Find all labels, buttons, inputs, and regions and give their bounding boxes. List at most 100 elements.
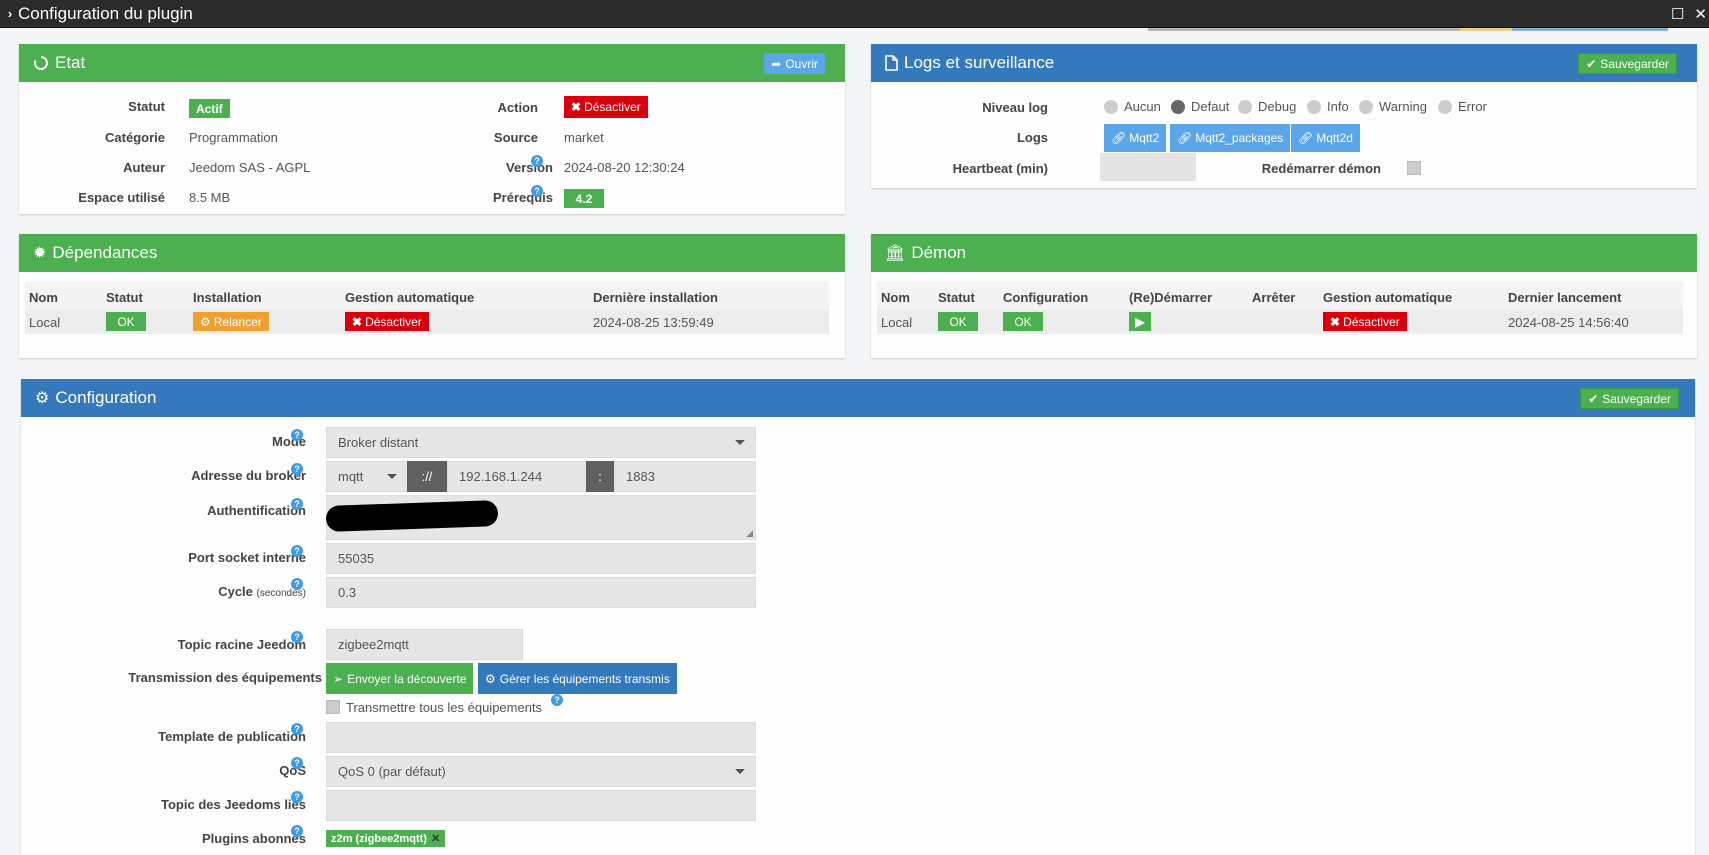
demon-status-badge: OK [938, 312, 978, 331]
dependances-title: Dépendances [52, 243, 158, 262]
help-icon[interactable]: ? [291, 578, 303, 590]
dependances-header: ✹ Dépendances [19, 234, 845, 272]
table-header: Nom Statut Installation Gestion automati… [25, 282, 829, 310]
demon-table: Nom Statut Configuration (Re)Démarrer Ar… [877, 282, 1683, 338]
help-icon[interactable]: ? [291, 429, 303, 441]
plugin-tag: z2m (zigbee2mqtt) ✕ [326, 830, 446, 847]
dependances-table: Nom Statut Installation Gestion automati… [25, 282, 829, 338]
help-icon[interactable]: ? [291, 825, 303, 837]
help-icon[interactable]: ? [291, 545, 303, 557]
template-input[interactable] [326, 722, 756, 753]
check-circle-icon: ✔ [1588, 391, 1599, 406]
deps-deactivate-button[interactable]: ✖ Désactiver [345, 312, 429, 331]
radio-selected-icon [1171, 99, 1185, 114]
send-discovery-button[interactable]: ➢ Envoyer la découverte [326, 663, 474, 694]
broker-protocol-select[interactable]: mqtt [326, 461, 408, 492]
broker-colon: : [586, 461, 614, 492]
log-button-mqtt2-packages[interactable]: 🔗︎ Mqtt2_packages [1170, 124, 1291, 152]
mode-select[interactable]: Broker distant [326, 427, 756, 458]
broker-host-input[interactable]: 192.168.1.244 [447, 461, 589, 492]
paperclip-icon: 🔗︎ [1111, 131, 1127, 145]
help-icon[interactable]: ? [291, 791, 303, 803]
categorie-label: Catégorie [105, 130, 165, 145]
radio-icon [1238, 99, 1252, 114]
logs-label: Logs [1016, 130, 1048, 145]
configuration-title: Configuration [55, 388, 157, 407]
statut-label: Statut [128, 99, 165, 114]
prerequis-label: Prérequis [493, 190, 553, 205]
level-radio-debug[interactable]: Debug [1238, 99, 1296, 114]
radio-icon [1359, 99, 1373, 114]
level-radio-warning[interactable]: Warning [1359, 99, 1427, 114]
paperclip-icon: 🔗︎ [1177, 131, 1193, 145]
level-radio-error[interactable]: Error [1438, 99, 1487, 114]
etat-title: Etat [55, 53, 86, 72]
caret-down-icon [735, 769, 745, 774]
play-icon: ▶ [1135, 314, 1145, 329]
level-radio-defaut[interactable]: Defaut [1171, 99, 1229, 114]
help-icon[interactable]: ? [291, 631, 303, 643]
log-button-mqtt2[interactable]: 🔗︎ Mqtt2 [1104, 124, 1167, 152]
broker-port-input[interactable]: 1883 [614, 461, 756, 492]
espace-value: 8.5 MB [189, 190, 231, 205]
logs-header: Logs et surveillance ✔ Sauvegarder [871, 44, 1697, 82]
logs-title: Logs et surveillance [904, 53, 1055, 72]
qos-select[interactable]: QoS 0 (par défaut) [326, 756, 756, 787]
manage-equipments-button[interactable]: ⚙ Gérer les équipements transmis [478, 663, 677, 694]
institution-icon: 🏛︎ [885, 245, 906, 262]
table-header: Nom Statut Configuration (Re)Démarrer Ar… [877, 282, 1683, 310]
demon-deactivate-button[interactable]: ✖ Désactiver [1323, 312, 1407, 331]
port-socket-label: Port socket interne [188, 550, 306, 565]
topic-racine-label: Topic racine Jeedom [177, 637, 306, 652]
help-icon[interactable]: ? [291, 498, 303, 510]
help-icon[interactable]: ? [531, 185, 543, 197]
level-radio-info[interactable]: Info [1307, 99, 1349, 114]
help-icon[interactable]: ? [551, 694, 563, 706]
window-titlebar: › Configuration du plugin ☐ ✕ [0, 0, 1709, 28]
log-button-mqtt2d[interactable]: 🔗︎ Mqtt2d [1291, 124, 1360, 152]
etat-header: Etat ➦ Ouvrir [19, 44, 845, 82]
deactivate-button[interactable]: ✖ Désactiver [564, 96, 648, 118]
version-label: Version [506, 160, 553, 175]
heartbeat-input[interactable] [1100, 153, 1196, 181]
resize-handle-icon[interactable]: ◢ [746, 528, 753, 539]
niveau-log-label: Niveau log [982, 100, 1048, 115]
save-logs-button[interactable]: ✔ Sauvegarder [1578, 53, 1677, 74]
transmit-all-checkbox[interactable] [326, 700, 340, 714]
restart-daemon-button[interactable]: ▶ [1129, 312, 1151, 331]
close-icon[interactable]: ✕ [1694, 5, 1707, 23]
broker-label: Adresse du broker [191, 468, 306, 483]
chevron-right-icon[interactable]: › [2, 6, 18, 21]
dependances-panel: ✹ Dépendances Nom Statut Installation Ge… [19, 234, 845, 358]
relancer-button[interactable]: ⚙︎ Relancer [193, 312, 269, 331]
radio-icon [1307, 99, 1321, 114]
source-label: Source [493, 130, 538, 145]
help-icon[interactable]: ? [531, 155, 543, 167]
x-icon: ✖ [571, 100, 582, 114]
linked-topic-input[interactable] [326, 790, 756, 821]
logs-panel: Logs et surveillance ✔ Sauvegarder Nivea… [871, 44, 1697, 188]
help-icon[interactable]: ? [291, 723, 303, 735]
transmit-all-label: Transmettre tous les équipements [346, 700, 543, 715]
save-config-button[interactable]: ✔ Sauvegarder [1580, 388, 1679, 409]
help-icon[interactable]: ? [291, 757, 303, 769]
linked-topic-label: Topic des Jeedoms liés [161, 797, 306, 812]
prerequis-badge: 4.2 [564, 189, 604, 208]
remove-tag-icon[interactable]: ✕ [431, 832, 440, 845]
restart-daemon-label: Redémarrer démon [1261, 161, 1381, 176]
demon-config-badge: OK [1003, 312, 1043, 331]
share-icon: ➦ [771, 56, 782, 71]
open-button[interactable]: ➦ Ouvrir [764, 53, 825, 74]
radio-icon [1104, 99, 1118, 114]
maximize-icon[interactable]: ☐ [1671, 5, 1684, 23]
topic-racine-input[interactable]: zigbee2mqtt [326, 629, 523, 660]
help-icon[interactable]: ? [291, 463, 303, 475]
version-value: 2024-08-20 12:30:24 [564, 160, 685, 175]
cycle-input[interactable]: 0.3 [326, 577, 756, 608]
table-row: Local OK OK ▶ ✖ Désactiver 2024-08-25 14:… [877, 310, 1683, 334]
restart-daemon-checkbox[interactable] [1407, 161, 1421, 175]
etat-panel: Etat ➦ Ouvrir Statut Actif Catégorie Pro… [19, 44, 845, 214]
port-socket-input[interactable]: 55035 [326, 543, 756, 574]
level-radio-aucun[interactable]: Aucun [1104, 99, 1161, 114]
x-icon: ✖ [352, 314, 363, 329]
